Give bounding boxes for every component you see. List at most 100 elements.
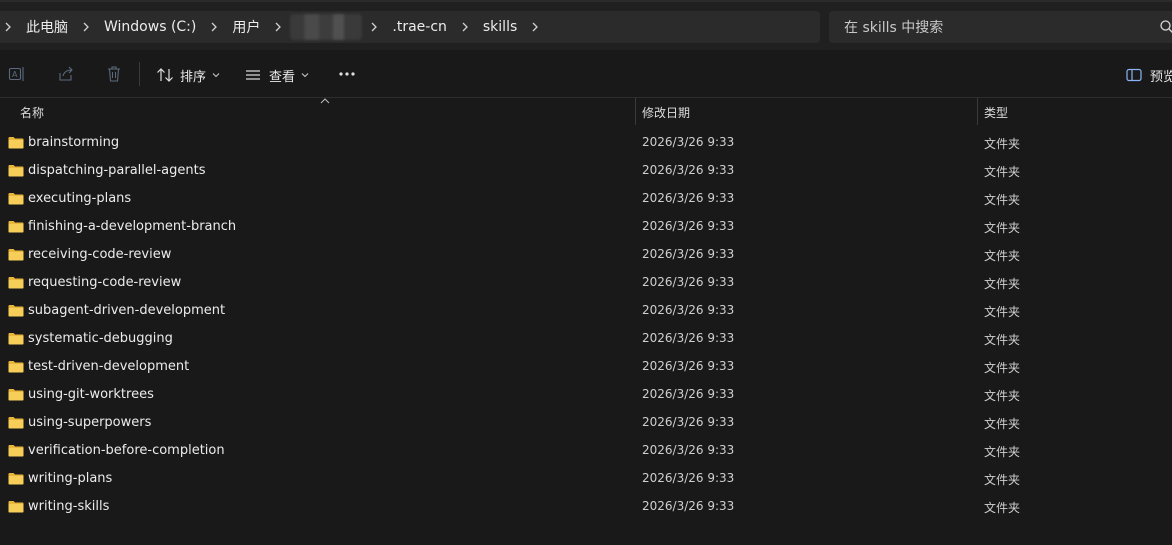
folder-icon — [8, 416, 24, 429]
file-list: brainstorming 2026/3/26 9:33 文件夹 dispatchin… — [0, 129, 1172, 521]
folder-icon — [8, 164, 24, 177]
search-icon[interactable] — [1159, 19, 1172, 35]
search-input[interactable]: 在 skills 中搜索 — [829, 11, 1172, 43]
folder-icon — [8, 332, 24, 345]
file-type: 文件夹 — [984, 501, 1021, 515]
file-row[interactable]: subagent-driven-development 2026/3/26 9:3… — [0, 297, 1172, 325]
file-name[interactable]: writing-skills — [28, 499, 109, 514]
file-modified-date: 2026/3/26 9:33 — [642, 247, 735, 261]
file-modified-date: 2026/3/26 9:33 — [642, 387, 735, 401]
file-name[interactable]: requesting-code-review — [28, 275, 181, 290]
chevron-right-icon[interactable] — [78, 22, 94, 32]
file-type: 文件夹 — [984, 277, 1021, 291]
breadcrumb-this-pc[interactable]: 此电脑 — [16, 17, 78, 37]
file-type: 文件夹 — [984, 389, 1021, 403]
file-name[interactable]: executing-plans — [28, 191, 131, 206]
file-row[interactable]: finishing-a-development-branch 2026/3/26 … — [0, 213, 1172, 241]
file-name[interactable]: finishing-a-development-branch — [28, 219, 236, 234]
folder-icon — [8, 388, 24, 401]
file-row[interactable]: dispatching-parallel-agents 2026/3/26 9:3… — [0, 157, 1172, 185]
folder-icon — [8, 444, 24, 457]
chevron-right-icon[interactable] — [206, 22, 222, 32]
more-icon[interactable] — [337, 64, 357, 84]
folder-icon — [8, 192, 24, 205]
file-name[interactable]: systematic-debugging — [28, 331, 173, 346]
breadcrumb-trae-cn[interactable]: .trae-cn — [382, 19, 457, 35]
file-row[interactable]: using-superpowers 2026/3/26 9:33 文件夹 — [0, 409, 1172, 437]
file-name[interactable]: receiving-code-review — [28, 247, 171, 262]
file-type: 文件夹 — [984, 137, 1021, 151]
column-header-row: 名称 修改日期 类型 — [0, 98, 1172, 126]
view-icon — [246, 70, 260, 80]
chevron-right-icon[interactable] — [270, 22, 286, 32]
file-row[interactable]: verification-before-completion 2026/3/26 … — [0, 437, 1172, 465]
folder-icon — [8, 136, 24, 149]
folder-icon — [8, 276, 24, 289]
breadcrumb-skills[interactable]: skills — [473, 19, 527, 35]
file-row[interactable]: brainstorming 2026/3/26 9:33 文件夹 — [0, 129, 1172, 157]
file-row[interactable]: receiving-code-review 2026/3/26 9:33 文件夹 — [0, 241, 1172, 269]
file-type: 文件夹 — [984, 221, 1021, 235]
file-name[interactable]: writing-plans — [28, 471, 112, 486]
file-type: 文件夹 — [984, 361, 1021, 375]
file-row[interactable]: using-git-worktrees 2026/3/26 9:33 文件夹 — [0, 381, 1172, 409]
rename-icon[interactable]: A — [7, 64, 27, 84]
file-modified-date: 2026/3/26 9:33 — [642, 163, 735, 177]
chevron-right-icon[interactable] — [527, 22, 543, 32]
column-header-name[interactable]: 名称 — [20, 104, 44, 121]
file-row[interactable]: executing-plans 2026/3/26 9:33 文件夹 — [0, 185, 1172, 213]
file-type: 文件夹 — [984, 333, 1021, 347]
address-bar[interactable]: 此电脑 Windows (C:) 用户 .trae-cn skills — [0, 11, 820, 43]
sort-button[interactable]: 排序 — [156, 62, 220, 88]
file-name[interactable]: test-driven-development — [28, 359, 189, 374]
file-type: 文件夹 — [984, 445, 1021, 459]
file-name[interactable]: subagent-driven-development — [28, 303, 225, 318]
file-name[interactable]: verification-before-completion — [28, 443, 225, 458]
file-row[interactable]: test-driven-development 2026/3/26 9:33 文件夹 — [0, 353, 1172, 381]
breadcrumb-drive-c[interactable]: Windows (C:) — [94, 19, 206, 35]
file-modified-date: 2026/3/26 9:33 — [642, 275, 735, 289]
chevron-right-icon[interactable] — [457, 22, 473, 32]
file-row[interactable]: writing-plans 2026/3/26 9:33 文件夹 — [0, 465, 1172, 493]
chevron-down-icon — [301, 73, 309, 78]
file-type: 文件夹 — [984, 473, 1021, 487]
file-modified-date: 2026/3/26 9:33 — [642, 471, 735, 485]
file-modified-date: 2026/3/26 9:33 — [642, 359, 735, 373]
file-type: 文件夹 — [984, 165, 1021, 179]
file-type: 文件夹 — [984, 305, 1021, 319]
file-modified-date: 2026/3/26 9:33 — [642, 443, 735, 457]
folder-icon — [8, 304, 24, 317]
search-placeholder: 在 skills 中搜索 — [844, 20, 944, 36]
preview-pane-button[interactable]: 预览 — [1126, 62, 1172, 88]
file-modified-date: 2026/3/26 9:33 — [642, 135, 735, 149]
file-modified-date: 2026/3/26 9:33 — [642, 303, 735, 317]
view-button[interactable]: 查看 — [245, 62, 309, 88]
file-type: 文件夹 — [984, 193, 1021, 207]
column-divider[interactable] — [977, 98, 978, 125]
column-header-modified[interactable]: 修改日期 — [642, 104, 690, 121]
command-bar: A 排序 查看 预览 — [0, 50, 1172, 98]
file-modified-date: 2026/3/26 9:33 — [642, 415, 735, 429]
file-modified-date: 2026/3/26 9:33 — [642, 331, 735, 345]
file-row[interactable]: writing-skills 2026/3/26 9:33 文件夹 — [0, 493, 1172, 521]
preview-label: 预览 — [1150, 69, 1172, 85]
chevron-right-icon[interactable] — [0, 22, 16, 32]
breadcrumb-users[interactable]: 用户 — [222, 17, 270, 37]
delete-icon[interactable] — [104, 64, 124, 84]
share-icon[interactable] — [56, 64, 76, 84]
folder-icon — [8, 220, 24, 233]
column-divider[interactable] — [635, 98, 636, 125]
file-name[interactable]: using-superpowers — [28, 415, 151, 430]
file-row[interactable]: systematic-debugging 2026/3/26 9:33 文件夹 — [0, 325, 1172, 353]
file-name[interactable]: using-git-worktrees — [28, 387, 154, 402]
file-name[interactable]: brainstorming — [28, 135, 119, 150]
file-name[interactable]: dispatching-parallel-agents — [28, 163, 206, 178]
file-modified-date: 2026/3/26 9:33 — [642, 499, 735, 513]
chevron-down-icon — [212, 73, 220, 78]
file-modified-date: 2026/3/26 9:33 — [642, 219, 735, 233]
preview-pane-icon — [1126, 68, 1142, 82]
file-row[interactable]: requesting-code-review 2026/3/26 9:33 文件夹 — [0, 269, 1172, 297]
chevron-right-icon[interactable] — [366, 22, 382, 32]
sort-icon — [157, 68, 173, 82]
column-header-type[interactable]: 类型 — [984, 104, 1008, 121]
